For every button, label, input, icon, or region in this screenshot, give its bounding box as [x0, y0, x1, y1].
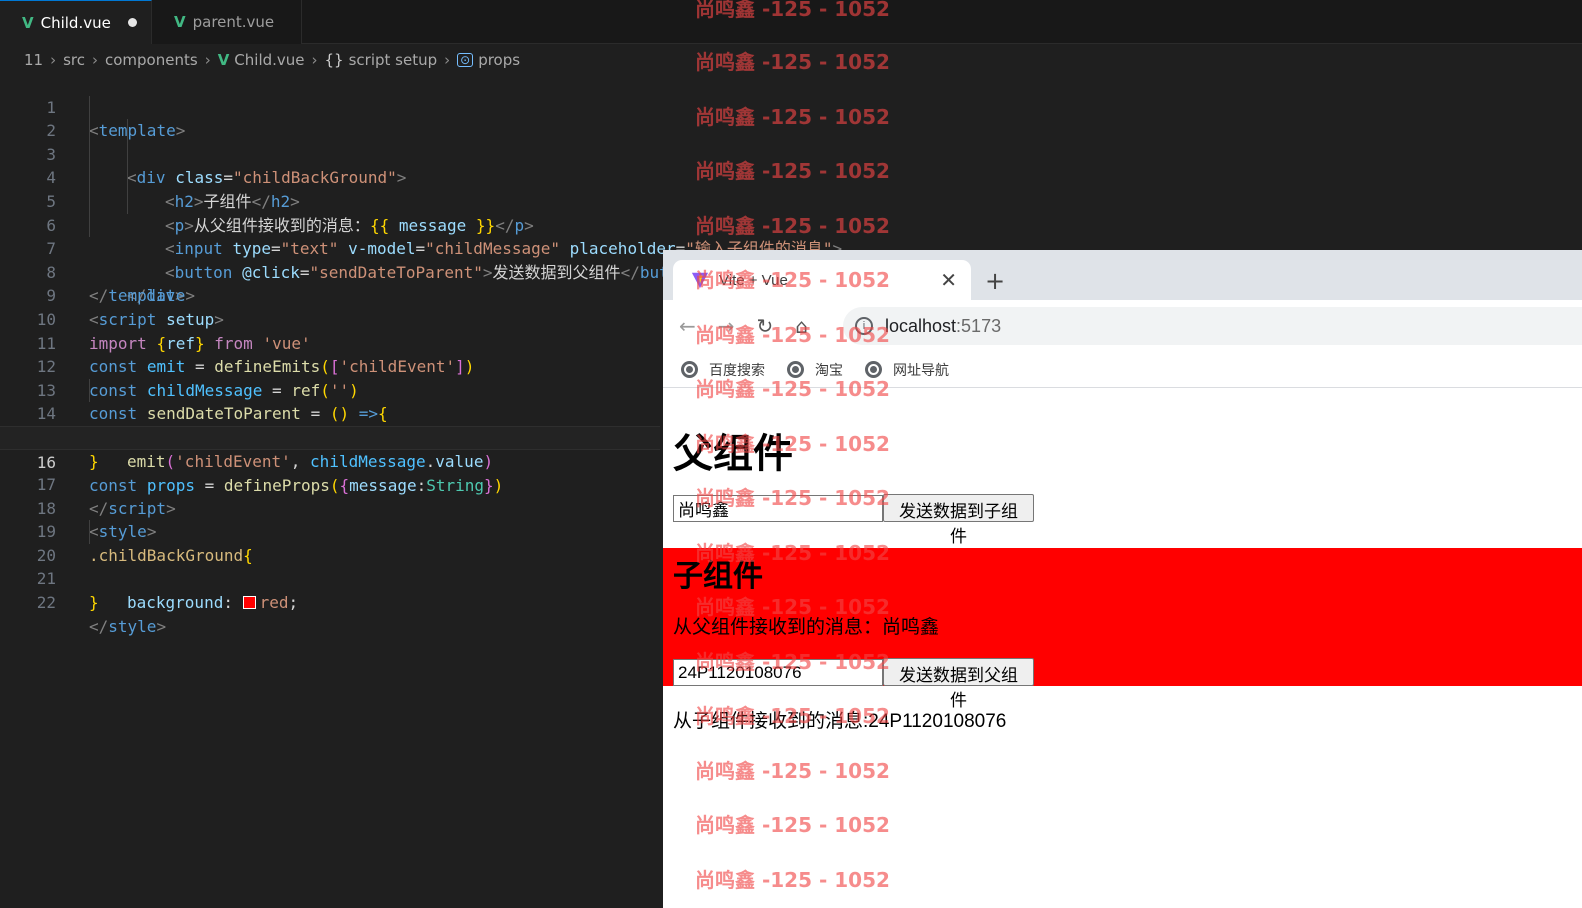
- send-to-parent-button[interactable]: 发送数据到父组件: [883, 658, 1034, 710]
- parent-heading: 父组件: [673, 432, 793, 476]
- chevron-right-icon: ›: [444, 51, 451, 69]
- braces-icon: {}: [324, 51, 344, 69]
- tab-label: parent.vue: [192, 13, 275, 31]
- home-icon[interactable]: ⌂: [795, 314, 808, 338]
- chevron-right-icon: ›: [311, 51, 318, 69]
- variable-icon: ⊙: [457, 53, 474, 67]
- bookmark-label: 淘宝: [815, 361, 843, 378]
- breadcrumb-script-setup[interactable]: script setup: [349, 51, 438, 69]
- child-component: 子组件 从父组件接收到的消息：尚鸣鑫 发送数据到父组件: [663, 548, 1582, 710]
- code-line: 14 emit('childEvent', childMessage.value…: [0, 378, 660, 471]
- browser-tab[interactable]: Vite + Vue ✕: [673, 260, 971, 300]
- reload-icon[interactable]: ↻: [757, 314, 774, 338]
- bookmark-label: 网址导航: [893, 361, 949, 378]
- code-line: 5 <input type="text" v-model="childMessa…: [0, 166, 842, 258]
- code-line: 2 <div class="childBackGround">: [0, 95, 660, 187]
- tab-label: Child.vue: [40, 13, 111, 32]
- code-line: 18 <style>: [0, 473, 660, 542]
- code-line: 8 </template>: [0, 237, 660, 306]
- address-bar[interactable]: i localhost:5173: [843, 307, 1582, 345]
- globe-icon: [787, 361, 804, 378]
- code-line: 7 </div>: [0, 213, 660, 305]
- bookmarks-bar: 百度搜索 淘宝 网址导航: [663, 352, 1582, 388]
- tab-parent-vue[interactable]: V parent.vue: [152, 0, 302, 44]
- bookmark-baidu[interactable]: 百度搜索: [681, 360, 765, 380]
- code-line: 3 <h2>子组件</h2>: [0, 119, 660, 211]
- send-to-child-button[interactable]: 发送数据到子组件: [883, 494, 1034, 546]
- code-line: 9 <script setup>: [0, 261, 660, 329]
- child-message-input[interactable]: [673, 659, 883, 686]
- breadcrumb-props[interactable]: props: [478, 51, 520, 69]
- code-line: 6 <button @click="sendDateToParent">发送数据…: [0, 189, 707, 282]
- bookmark-taobao[interactable]: 淘宝: [787, 360, 843, 380]
- browser-tab-strip: Vite + Vue ✕ +: [663, 250, 1582, 300]
- bookmark-label: 百度搜索: [709, 361, 765, 378]
- bookmark-nav[interactable]: 网址导航: [865, 360, 949, 380]
- code-line: 21 }: [0, 544, 660, 612]
- globe-icon: [681, 361, 698, 378]
- color-swatch-icon[interactable]: [242, 596, 256, 610]
- browser-window: Vite + Vue ✕ + ← → ↻ ⌂ i localhost:5173 …: [663, 250, 1582, 908]
- vue-file-icon: V: [22, 13, 34, 32]
- code-line: 11 const emit = defineEmits(['childEvent…: [0, 308, 660, 377]
- page-viewport: 父组件 发送数据到子组件 子组件 从父组件接收到的消息：尚鸣鑫 发送数据到父组件…: [663, 389, 1582, 908]
- parent-message-input[interactable]: [673, 495, 883, 522]
- vue-file-icon: V: [217, 51, 230, 69]
- chevron-right-icon: ›: [50, 51, 57, 69]
- breadcrumb-root[interactable]: 11: [24, 51, 43, 69]
- code-area[interactable]: 1 <template> 2 <div class="childBackGrou…: [0, 72, 842, 636]
- breadcrumb-file[interactable]: Child.vue: [234, 51, 304, 69]
- child-received-message: 从父组件接收到的消息：尚鸣鑫: [673, 617, 940, 638]
- code-line: 13 const sendDateToParent = () =>{: [0, 355, 660, 424]
- forward-arrow-icon[interactable]: →: [718, 314, 735, 338]
- child-heading: 子组件: [673, 560, 763, 593]
- breadcrumb: 11 › src › components › V Child.vue › {}…: [0, 47, 680, 73]
- code-line: 19 .childBackGround{: [0, 497, 660, 565]
- breadcrumb-src[interactable]: src: [63, 51, 85, 69]
- close-icon[interactable]: ✕: [940, 268, 957, 293]
- code-line: 12 const childMessage = ref(''): [0, 332, 660, 400]
- line-number: 22: [36, 593, 56, 613]
- back-arrow-icon[interactable]: ←: [679, 314, 696, 338]
- chevron-right-icon: ›: [92, 51, 98, 69]
- unsaved-dot-icon[interactable]: [128, 18, 137, 27]
- code-line-current: 16 const props = defineProps({message:St…: [0, 425, 660, 495]
- browser-toolbar: ← → ↻ ⌂ i localhost:5173: [663, 300, 1582, 352]
- editor-tab-bar: V Child.vue V parent.vue: [0, 0, 1582, 44]
- code-line: 10 import {ref} from 'vue': [0, 284, 660, 353]
- browser-tab-title: Vite + Vue: [719, 271, 788, 289]
- code-line: 17 </script>: [0, 450, 660, 518]
- code-line: 22 </style>: [0, 567, 660, 636]
- code-line: 15 }: [0, 402, 660, 471]
- parent-received-message: 从子组件接收到的消息:24P1120108076: [673, 711, 1007, 732]
- code-line: 4 <p>从父组件接收到的消息：{{ message }}</p>: [0, 142, 660, 235]
- code-line: 1 <template>: [0, 72, 660, 141]
- breadcrumb-components[interactable]: components: [105, 51, 198, 69]
- code-line: 20 background: red;: [0, 520, 660, 612]
- url-port: :5173: [956, 315, 1002, 336]
- new-tab-button[interactable]: +: [985, 267, 1005, 295]
- chevron-right-icon: ›: [204, 51, 211, 69]
- vue-file-icon: V: [174, 13, 186, 31]
- tab-child-vue[interactable]: V Child.vue: [0, 0, 152, 44]
- info-icon[interactable]: i: [855, 317, 873, 335]
- url-host: localhost: [885, 315, 957, 336]
- vite-logo-icon: [691, 272, 709, 289]
- globe-icon: [865, 361, 882, 378]
